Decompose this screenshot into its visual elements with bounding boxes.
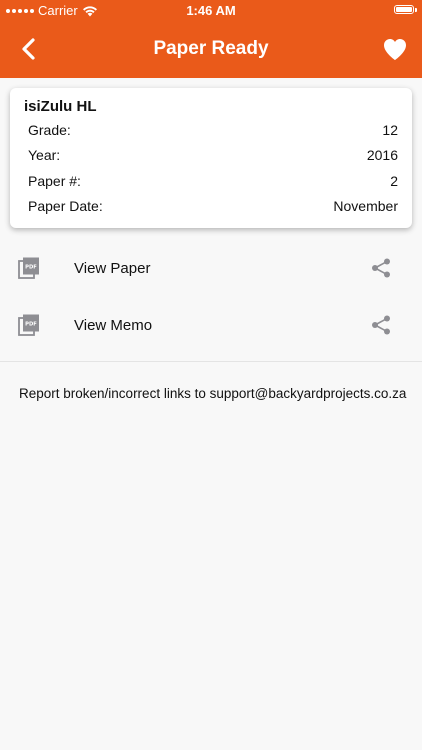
page-title: Paper Ready — [153, 38, 269, 59]
info-row-grade: Grade: 12 — [24, 117, 398, 143]
paper-date-label: Paper Date: — [28, 198, 103, 215]
status-bar: Carrier 1:46 AM — [0, 0, 422, 22]
paper-info-card: isiZulu HL Grade: 12 Year: 2016 Paper #:… — [10, 88, 412, 228]
year-value: 2016 — [366, 147, 398, 164]
subject-title: isiZulu HL — [24, 98, 97, 115]
info-row-year: Year: 2016 — [24, 143, 398, 169]
heart-icon — [384, 39, 406, 60]
battery-icon — [394, 5, 417, 14]
svg-text:PDF: PDF — [25, 322, 37, 328]
pdf-icon: PDF — [18, 314, 39, 336]
view-paper-item[interactable]: PDF View Paper — [0, 240, 422, 297]
view-paper-label: View Paper — [74, 260, 151, 277]
favorite-button[interactable] — [380, 34, 410, 64]
grade-value: 12 — [382, 121, 398, 138]
report-links-text: Report broken/incorrect links to support… — [19, 386, 407, 401]
view-memo-label: View Memo — [74, 317, 153, 334]
actions-list: PDF View Paper PDF View Memo — [0, 240, 422, 362]
paper-date-value: November — [333, 198, 398, 215]
pdf-icon: PDF — [18, 257, 39, 279]
svg-text:PDF: PDF — [25, 265, 37, 271]
paper-number-label: Paper #: — [28, 172, 81, 189]
status-time: 1:46 AM — [186, 3, 236, 18]
navigation-bar: Paper Ready — [0, 22, 422, 78]
paper-number-value: 2 — [390, 172, 398, 189]
year-label: Year: — [28, 147, 61, 164]
grade-label: Grade: — [28, 121, 71, 138]
share-icon[interactable] — [370, 314, 392, 336]
view-memo-item[interactable]: PDF View Memo — [0, 297, 422, 354]
info-row-paper-number: Paper #: 2 — [24, 168, 398, 194]
share-icon[interactable] — [370, 257, 392, 279]
info-row-paper-date: Paper Date: November — [24, 194, 398, 220]
